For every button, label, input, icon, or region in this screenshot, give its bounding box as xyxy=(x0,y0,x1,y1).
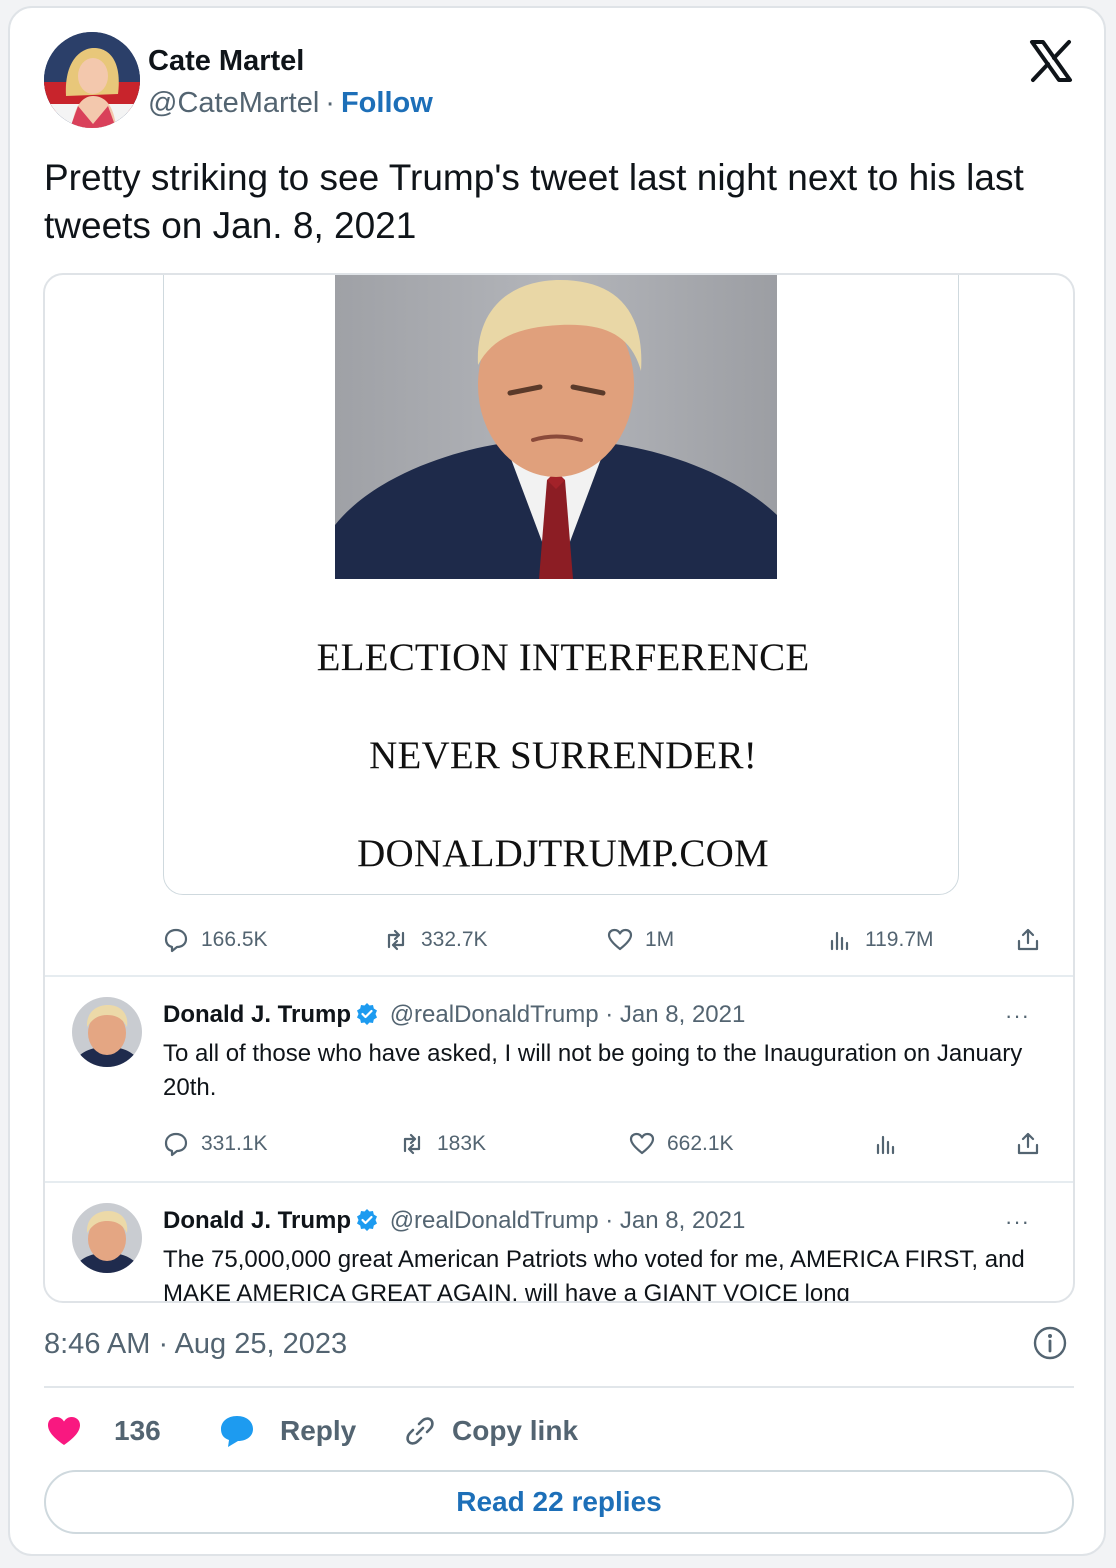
tweet-actions: 136 Reply Copy link xyxy=(44,1406,1074,1456)
old-tweet-2-date[interactable]: · Jan 8, 2021 xyxy=(605,1207,745,1234)
old-tweet-1-header: Donald J. Trump @realDonaldTrump · Jan 8… xyxy=(163,1001,1043,1029)
old-tweet-1-like-stat[interactable]: 662.1K xyxy=(629,1131,734,1157)
link-icon xyxy=(406,1417,434,1445)
old-tweet-1-handle[interactable]: @realDonaldTrump xyxy=(390,1001,599,1028)
read-replies-button[interactable]: Read 22 replies xyxy=(44,1470,1074,1534)
tweet-text: Pretty striking to see Trump's tweet las… xyxy=(44,157,1024,246)
footer-divider xyxy=(44,1386,1074,1388)
repost-icon xyxy=(387,929,405,951)
reply-button[interactable]: Reply xyxy=(218,1406,356,1456)
old-tweet-1-repost-stat[interactable]: 183K xyxy=(399,1131,486,1157)
author-name[interactable]: Cate Martel xyxy=(148,45,304,78)
like-stat[interactable]: 1M xyxy=(607,927,674,953)
embedded-post-stats: 166.5K 332.7K 1M 119.7M xyxy=(163,927,1043,959)
old-tweet-2-handle[interactable]: @realDonaldTrump xyxy=(390,1207,599,1234)
reply-label: Reply xyxy=(280,1415,357,1446)
old-tweet-1-stats: 331.1K 183K 662.1K xyxy=(163,1131,1043,1163)
verified-badge-icon xyxy=(357,1003,378,1025)
old-tweet-1-name[interactable]: Donald J. Trump xyxy=(163,1001,351,1028)
old-tweet-1-repost-count: 183K xyxy=(437,1132,487,1155)
views-icon[interactable] xyxy=(873,1131,899,1157)
old-tweet-1-more-button[interactable]: ··· xyxy=(1005,1003,1030,1029)
views-count: 119.7M xyxy=(865,928,934,951)
poster-line-3: DONALDJTRUMP.COM xyxy=(357,832,769,875)
like-count: 136 xyxy=(114,1415,161,1446)
info-icon[interactable] xyxy=(1032,1325,1068,1361)
verified-badge-icon xyxy=(357,1209,378,1231)
trump-avatar[interactable] xyxy=(72,997,142,1067)
like-button[interactable]: 136 xyxy=(46,1406,161,1456)
views-stat[interactable]: 119.7M xyxy=(827,927,934,953)
follow-button[interactable]: Follow xyxy=(341,87,433,119)
tweet-embed-card: Cate Martel @CateMartel · Follow Pretty st… xyxy=(8,6,1106,1556)
reply-icon xyxy=(164,928,188,953)
post-divider xyxy=(45,975,1073,977)
reply-stat[interactable]: 166.5K xyxy=(163,927,268,953)
share-icon[interactable] xyxy=(1015,1131,1041,1157)
old-tweet-2-text: The 75,000,000 great American Patriots w… xyxy=(163,1246,1025,1303)
handle-separator: · xyxy=(325,87,335,119)
old-tweet-1-date[interactable]: · Jan 8, 2021 xyxy=(605,1001,745,1028)
mugshot-photo xyxy=(335,275,777,579)
share-icon[interactable] xyxy=(1015,927,1041,953)
views-icon xyxy=(830,931,849,951)
repost-icon xyxy=(403,1133,421,1155)
copy-link-label: Copy link xyxy=(452,1415,579,1446)
old-tweet-1-text: To all of those who have asked, I will n… xyxy=(163,1040,1023,1101)
old-tweet-1-reply-count: 331.1K xyxy=(201,1132,268,1155)
author-avatar[interactable] xyxy=(44,32,140,128)
tweet-media[interactable]: ELECTION INTERFERENCE NEVER SURRENDER! D… xyxy=(43,273,1075,1303)
old-tweet-2-name[interactable]: Donald J. Trump xyxy=(163,1207,351,1234)
author-handle-line: @CateMartel · Follow xyxy=(148,87,433,120)
old-tweet-1-reply-stat[interactable]: 331.1K xyxy=(163,1131,268,1157)
repost-count: 332.7K xyxy=(421,928,488,951)
reply-icon xyxy=(164,1132,188,1157)
reply-count: 166.5K xyxy=(201,928,268,951)
poster-line-2: NEVER SURRENDER! xyxy=(369,734,757,777)
old-tweet-divider xyxy=(45,1181,1073,1183)
heart-icon xyxy=(607,928,633,951)
old-tweet-1-like-count: 662.1K xyxy=(667,1132,734,1155)
tweet-timestamp[interactable]: 8:46 AM · Aug 25, 2023 xyxy=(44,1328,347,1361)
chat-bubble-icon xyxy=(221,1416,253,1447)
repost-stat[interactable]: 332.7K xyxy=(383,927,488,953)
old-tweet-2-header: Donald J. Trump @realDonaldTrump · Jan 8… xyxy=(163,1207,1043,1235)
x-logo-icon[interactable] xyxy=(1028,38,1074,84)
old-tweet-2-more-button[interactable]: ··· xyxy=(1005,1209,1030,1235)
heart-icon xyxy=(48,1417,80,1445)
poster-line-1: ELECTION INTERFERENCE xyxy=(316,636,810,679)
heart-icon xyxy=(629,1132,655,1155)
copy-link-button[interactable]: Copy link xyxy=(402,1406,578,1456)
trump-avatar[interactable] xyxy=(72,1203,142,1273)
author-handle[interactable]: @CateMartel xyxy=(148,87,319,119)
like-count: 1M xyxy=(645,928,675,951)
